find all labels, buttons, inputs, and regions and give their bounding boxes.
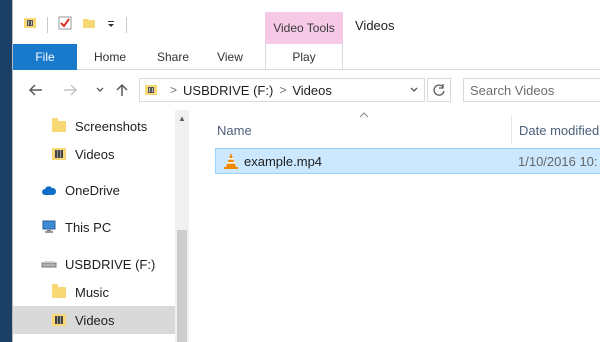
breadcrumb-separator[interactable]: > bbox=[279, 83, 286, 97]
nav-item-screenshots[interactable]: Screenshots bbox=[13, 112, 175, 140]
file-row[interactable]: example.mp4 1/10/2016 10: bbox=[215, 148, 600, 174]
navigation-pane: Screenshots Videos OneDrive This PC USBD… bbox=[13, 110, 189, 342]
nav-item-label: USBDRIVE (F:) bbox=[65, 256, 156, 272]
properties-check-icon[interactable] bbox=[58, 16, 72, 33]
window-title: Videos bbox=[355, 18, 395, 33]
toolbar-separator bbox=[47, 16, 48, 33]
new-folder-icon[interactable] bbox=[82, 16, 96, 33]
ribbon-tabs: File Home Share View Play bbox=[13, 44, 600, 70]
file-name: example.mp4 bbox=[244, 153, 323, 169]
toolbar-separator bbox=[126, 16, 127, 33]
quick-access-toolbar bbox=[23, 16, 127, 33]
nav-item-label: Screenshots bbox=[75, 118, 148, 134]
file-date-modified: 1/10/2016 10: bbox=[518, 153, 598, 169]
video-folder-icon bbox=[51, 146, 67, 162]
recent-locations-chevron-icon[interactable] bbox=[89, 79, 111, 101]
video-folder-icon bbox=[144, 83, 158, 97]
nav-item-onedrive[interactable]: OneDrive bbox=[13, 176, 175, 204]
breadcrumb-usbdrive[interactable]: USBDRIVE (F:) bbox=[183, 83, 273, 98]
tab-share[interactable]: Share bbox=[143, 44, 203, 70]
scrollbar-thumb[interactable] bbox=[177, 230, 187, 342]
nav-item-music[interactable]: Music bbox=[13, 278, 175, 306]
folder-icon bbox=[51, 283, 67, 300]
forward-arrow-icon[interactable] bbox=[59, 79, 81, 101]
address-history-chevron-icon[interactable] bbox=[403, 78, 425, 102]
nav-item-this-pc[interactable]: This PC bbox=[13, 213, 175, 241]
computer-icon bbox=[41, 219, 57, 235]
video-folder-icon[interactable] bbox=[23, 16, 37, 33]
nav-item-label: Videos bbox=[75, 146, 115, 162]
scroll-up-arrow-icon[interactable]: ▲ bbox=[175, 110, 189, 126]
address-bar[interactable]: > USBDRIVE (F:) > Videos bbox=[139, 78, 425, 102]
tab-home[interactable]: Home bbox=[77, 44, 143, 70]
onedrive-cloud-icon bbox=[41, 182, 57, 198]
nav-item-usbdrive[interactable]: USBDRIVE (F:) bbox=[13, 250, 175, 278]
breadcrumb-separator[interactable]: > bbox=[170, 83, 177, 97]
column-header-date-modified[interactable]: Date modified bbox=[511, 116, 600, 144]
nav-item-label: This PC bbox=[65, 219, 112, 235]
vlc-cone-icon bbox=[222, 152, 240, 170]
refresh-icon[interactable] bbox=[427, 78, 451, 102]
file-list: Name Date modified example.mp4 1/10/2016… bbox=[189, 110, 600, 342]
title-bar: Video Tools Videos bbox=[13, 0, 600, 44]
address-toolbar: > USBDRIVE (F:) > Videos Search Videos bbox=[13, 70, 600, 110]
search-placeholder: Search Videos bbox=[470, 82, 555, 98]
nav-item-label: Videos bbox=[75, 312, 115, 328]
customize-toolbar-chevron-icon[interactable] bbox=[106, 18, 116, 32]
search-input[interactable]: Search Videos bbox=[463, 78, 600, 102]
folder-icon bbox=[51, 117, 67, 134]
nav-item-label: Music bbox=[75, 284, 109, 300]
back-arrow-icon[interactable] bbox=[25, 79, 47, 101]
tab-file[interactable]: File bbox=[13, 44, 77, 70]
nav-pane-scrollbar[interactable]: ▲ bbox=[175, 110, 189, 342]
column-header-name[interactable]: Name bbox=[217, 116, 511, 144]
nav-item-videos-selected[interactable]: Videos bbox=[13, 306, 175, 334]
up-arrow-icon[interactable] bbox=[111, 79, 133, 101]
tab-view[interactable]: View bbox=[203, 44, 257, 70]
usb-drive-icon bbox=[41, 256, 57, 272]
breadcrumb-videos[interactable]: Videos bbox=[292, 83, 332, 98]
nav-item-videos[interactable]: Videos bbox=[13, 140, 175, 168]
video-folder-icon bbox=[51, 312, 67, 328]
video-tools-context-header: Video Tools bbox=[265, 12, 343, 44]
explorer-window: Video Tools Videos File Home Share View … bbox=[12, 0, 600, 342]
nav-item-label: OneDrive bbox=[65, 182, 120, 198]
tab-play[interactable]: Play bbox=[265, 44, 343, 70]
